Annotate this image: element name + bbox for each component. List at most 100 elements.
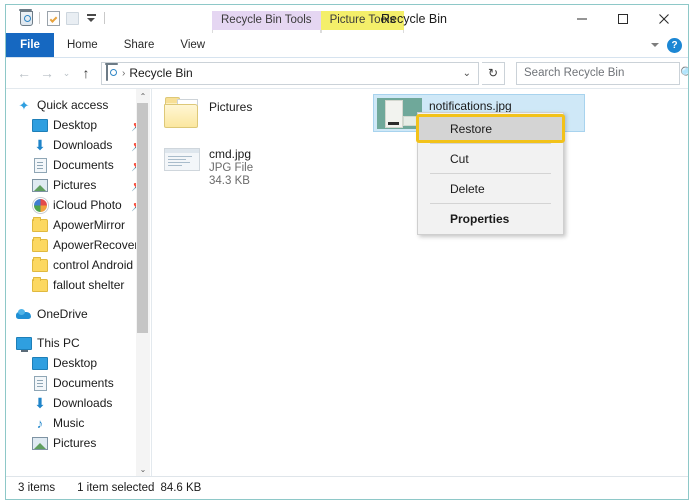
tab-share[interactable]: Share — [111, 33, 168, 57]
tab-home[interactable]: Home — [54, 33, 111, 57]
sidebar-item-pictures[interactable]: Pictures 📌 — [6, 175, 151, 195]
refresh-button[interactable]: ↻ — [482, 61, 505, 85]
search-input[interactable] — [522, 66, 680, 80]
onedrive-icon — [16, 306, 32, 322]
menu-separator — [430, 173, 551, 174]
sidebar-item-icloud-photo[interactable]: iCloud Photo 📌 — [6, 195, 151, 215]
jpg-thumbnail-icon — [164, 144, 200, 174]
sidebar-item-apowerrecover[interactable]: ApowerRecover — [6, 235, 151, 255]
sidebar-item-pc-pictures[interactable]: Pictures — [6, 433, 151, 453]
scrollbar-track[interactable] — [136, 103, 150, 462]
toolbar-divider-2 — [104, 12, 105, 24]
maximize-button[interactable] — [602, 7, 643, 31]
search-icon[interactable]: 🔍 — [680, 66, 688, 80]
sidebar-item-label: OneDrive — [37, 307, 88, 321]
address-dropdown-icon[interactable]: ⌄ — [463, 68, 474, 79]
sidebar-item-label: ApowerMirror — [53, 218, 126, 232]
menu-item-properties[interactable]: Properties — [418, 206, 563, 231]
recycle-bin-icon[interactable] — [18, 8, 34, 26]
close-button[interactable] — [643, 7, 684, 31]
sidebar-item-pc-documents[interactable]: Documents — [6, 373, 151, 393]
music-icon: ♪ — [36, 415, 44, 431]
sidebar-item-control-android[interactable]: control Android — [6, 255, 151, 275]
list-item[interactable]: cmd.jpg JPG File 34.3 KB — [164, 144, 253, 187]
pictures-icon — [32, 435, 48, 451]
up-button[interactable]: ↑ — [76, 62, 96, 84]
file-list-pane[interactable]: Pictures cmd.jpg JPG File 34.3 KB notifi… — [152, 89, 688, 476]
documents-icon — [32, 375, 48, 391]
forward-button[interactable]: → — [37, 62, 57, 84]
nav-gap — [6, 295, 151, 304]
chevron-down-icon[interactable] — [651, 43, 659, 47]
icloud-photo-icon — [32, 197, 48, 213]
minimize-button[interactable] — [561, 7, 602, 31]
sidebar-item-downloads[interactable]: ⬇ Downloads 📌 — [6, 135, 151, 155]
menu-item-restore[interactable]: Restore — [416, 114, 565, 143]
navigation-scrollbar[interactable]: ⌃ ⌄ — [136, 89, 150, 476]
file-type: JPG File — [209, 162, 254, 174]
search-box[interactable]: 🔍 — [516, 61, 688, 85]
sidebar-item-onedrive[interactable]: OneDrive — [6, 304, 151, 324]
customize-dropdown-icon[interactable] — [83, 10, 99, 26]
sidebar-item-desktop[interactable]: Desktop 📌 — [6, 115, 151, 135]
pictures-folder-icon — [164, 97, 200, 128]
contextual-tab-title-recycle: Recycle Bin Tools — [212, 11, 321, 30]
sidebar-item-quick-access[interactable]: ✦ Quick access — [6, 95, 151, 115]
sidebar-item-apowermirror[interactable]: ApowerMirror — [6, 215, 151, 235]
sidebar-item-documents[interactable]: Documents 📌 — [6, 155, 151, 175]
list-item[interactable]: Pictures — [164, 97, 253, 128]
menu-item-label: Cut — [450, 151, 469, 166]
folder-icon[interactable] — [64, 10, 80, 26]
sidebar-item-label: Desktop — [53, 118, 98, 132]
sidebar-item-pc-downloads[interactable]: ⬇ Downloads — [6, 393, 151, 413]
properties-icon[interactable] — [45, 10, 61, 26]
sidebar-item-label: Documents — [53, 158, 114, 172]
desktop-icon — [32, 117, 48, 133]
breadcrumb-separator: › — [122, 67, 126, 79]
sidebar-item-this-pc[interactable]: This PC — [6, 333, 151, 353]
scroll-down-icon[interactable]: ⌄ — [136, 462, 150, 476]
folder-icon — [32, 216, 48, 233]
nav-gap-2 — [6, 324, 151, 333]
menu-item-cut[interactable]: Cut — [418, 146, 563, 171]
sidebar-item-pc-desktop[interactable]: Desktop — [6, 353, 151, 373]
context-menu: Restore Cut Delete Properties — [416, 112, 565, 235]
sidebar-item-label: control Android — [53, 258, 134, 272]
this-pc-icon — [16, 335, 32, 352]
sidebar-item-fallout-shelter[interactable]: fallout shelter — [6, 275, 151, 295]
breadcrumb[interactable]: Recycle Bin — [129, 66, 192, 80]
recent-locations-icon[interactable]: ⌄ — [60, 62, 73, 84]
recycle-bin-icon — [106, 65, 118, 81]
status-selection: 1 item selected — [77, 482, 155, 494]
sidebar-item-label: iCloud Photo — [53, 198, 122, 212]
menu-separator — [430, 143, 551, 144]
menu-item-delete[interactable]: Delete — [418, 176, 563, 201]
sidebar-item-pc-music[interactable]: ♪ Music — [6, 413, 151, 433]
address-field[interactable]: › Recycle Bin ⌄ — [101, 61, 479, 85]
file-name: cmd.jpg — [209, 147, 252, 161]
status-item-count: 3 items — [18, 482, 56, 494]
star-icon: ✦ — [18, 97, 30, 113]
sidebar-item-label: Pictures — [53, 436, 97, 450]
sidebar-item-label: Desktop — [53, 356, 98, 370]
menu-item-label: Restore — [450, 121, 493, 136]
tab-view[interactable]: View — [167, 33, 218, 57]
status-selection-size: 84.6 KB — [160, 482, 202, 494]
scroll-up-icon[interactable]: ⌃ — [136, 89, 150, 103]
desktop-icon — [32, 355, 48, 371]
back-button[interactable]: ← — [14, 62, 34, 84]
folder-icon — [32, 236, 48, 253]
help-icon[interactable]: ? — [667, 37, 682, 53]
window-title: Recycle Bin — [381, 12, 447, 26]
tab-file[interactable]: File — [6, 33, 54, 57]
navigation-pane: ✦ Quick access Desktop 📌 ⬇ Downloads 📌 D… — [6, 89, 151, 476]
list-item-text: cmd.jpg JPG File 34.3 KB — [209, 144, 253, 187]
file-size: 34.3 KB — [209, 175, 250, 187]
sidebar-item-label: Documents — [53, 376, 114, 390]
explorer-window: Recycle Bin Tools Manage Picture Tools M… — [5, 4, 689, 500]
file-name: Pictures — [209, 100, 253, 114]
scrollbar-thumb[interactable] — [137, 103, 148, 333]
folder-icon — [32, 256, 48, 273]
title-bar: Recycle Bin Tools Manage Picture Tools M… — [6, 5, 688, 52]
downloads-icon: ⬇ — [34, 395, 46, 411]
